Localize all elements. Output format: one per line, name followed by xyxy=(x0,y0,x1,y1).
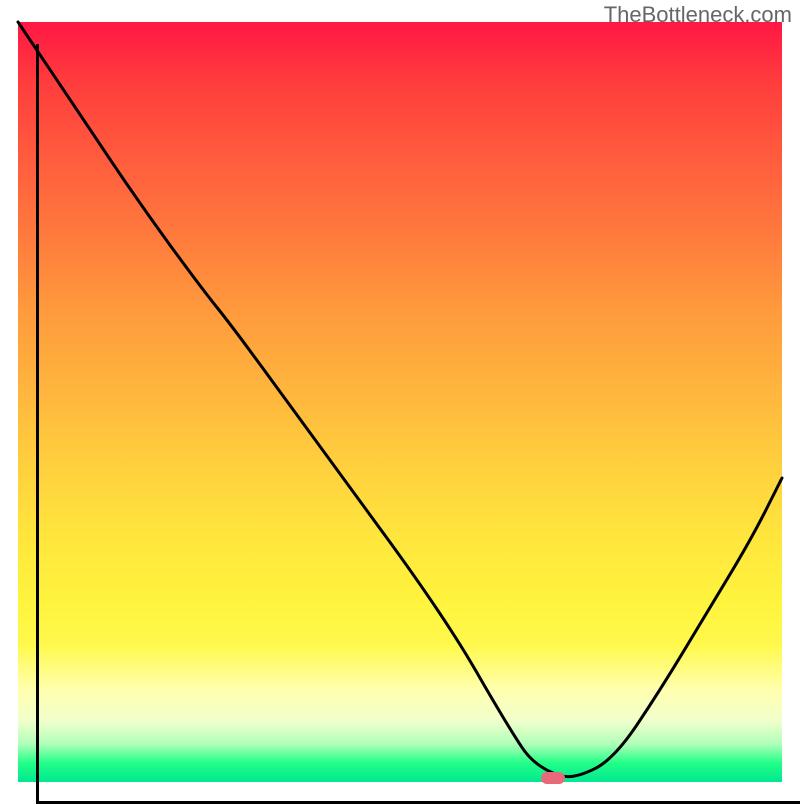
plot-background xyxy=(18,22,782,782)
bottleneck-curve-path xyxy=(18,22,782,777)
chart-container: TheBottleneck.com xyxy=(0,0,800,800)
curve-svg xyxy=(18,22,782,782)
watermark-text: TheBottleneck.com xyxy=(604,2,792,28)
optimal-point-marker xyxy=(541,772,565,784)
